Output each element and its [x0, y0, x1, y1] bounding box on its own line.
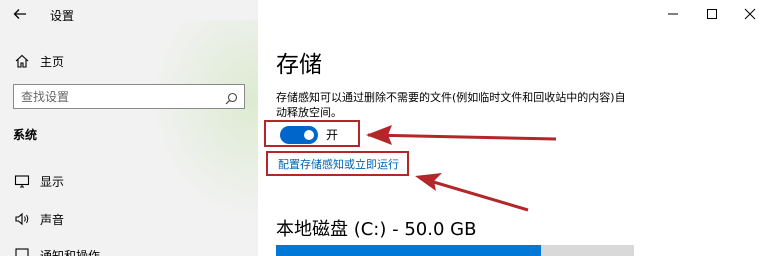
sidebar-item-home[interactable]: 主页: [0, 48, 258, 74]
storage-sense-description: 存储感知可以通过删除不需要的文件(例如临时文件和回收站中的内容)自动释放空间。: [276, 91, 626, 119]
sidebar-item-label: 声音: [40, 213, 65, 227]
search-icon[interactable]: [225, 90, 238, 105]
home-icon: [14, 53, 30, 69]
sidebar-item-label: 显示: [40, 175, 65, 189]
titlebar-left: 设置: [0, 0, 258, 28]
speaker-icon: [14, 211, 30, 227]
annotation-arrow-link: [419, 176, 529, 212]
close-button[interactable]: [727, 0, 760, 28]
search-box[interactable]: [13, 84, 245, 109]
page-title: 存储: [276, 52, 322, 78]
annotation-arrowhead-toggle: [366, 125, 392, 145]
minimize-icon: [668, 13, 678, 15]
app-title: 设置: [50, 9, 75, 23]
sidebar-item-notifications[interactable]: 通知和操作: [0, 243, 258, 256]
disk-usage-fill: [276, 245, 541, 256]
back-arrow-icon[interactable]: [12, 6, 28, 22]
close-icon: [744, 8, 756, 20]
sidebar-item-sound[interactable]: 声音: [0, 207, 258, 231]
highlight-box-link: [266, 151, 409, 176]
annotation-arrow-toggle: [367, 133, 557, 141]
maximize-icon: [707, 9, 717, 19]
sidebar-item-label: 通知和操作: [40, 249, 101, 256]
disk-usage-bar[interactable]: [276, 245, 634, 256]
annotation-arrowhead-link: [415, 173, 442, 191]
highlight-box-toggle: [264, 120, 360, 147]
monitor-icon: [14, 173, 30, 189]
search-input[interactable]: [14, 85, 214, 108]
sidebar-item-label: 主页: [40, 55, 65, 69]
sidebar-item-display[interactable]: 显示: [0, 169, 258, 193]
disk-label: 本地磁盘 (C:) - 50.0 GB: [276, 219, 477, 240]
section-label: 系统: [13, 128, 38, 142]
sidebar: 设置 主页 系统 显示 声音 通知和操作: [0, 0, 258, 256]
notification-icon: [14, 247, 30, 256]
